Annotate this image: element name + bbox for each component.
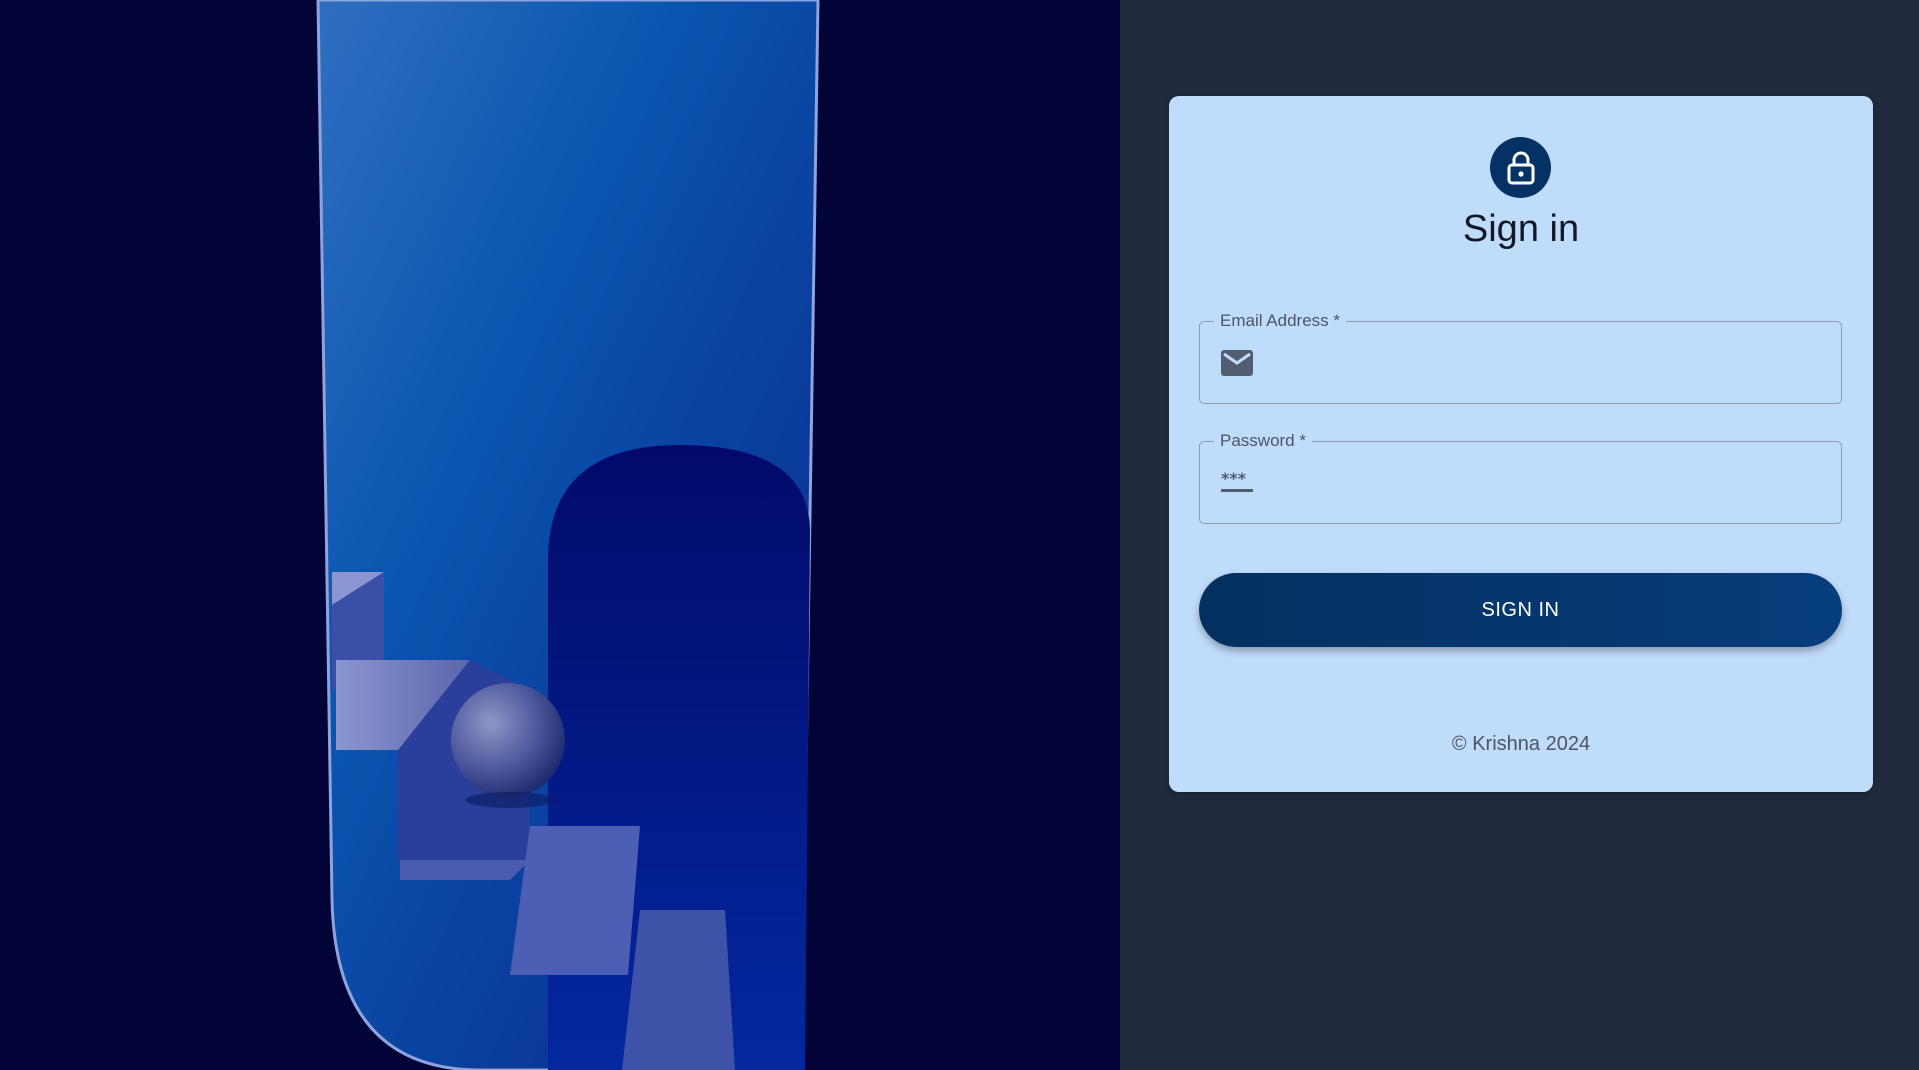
password-field[interactable]: Password * *** bbox=[1199, 430, 1842, 524]
login-page: Sign in Email Address * Password * *** S… bbox=[0, 0, 1919, 1070]
signin-button[interactable]: SIGN IN bbox=[1199, 573, 1842, 647]
lock-icon-glyph bbox=[1507, 151, 1534, 184]
svg-text:***: *** bbox=[1221, 472, 1247, 488]
page-title: Sign in bbox=[1462, 208, 1580, 250]
email-field[interactable]: Email Address * bbox=[1199, 310, 1842, 404]
email-icon bbox=[1220, 348, 1254, 378]
password-icon: *** bbox=[1220, 468, 1254, 498]
signin-card: Sign in Email Address * Password * *** S… bbox=[1169, 96, 1873, 792]
password-input[interactable] bbox=[1272, 442, 1832, 524]
copyright-footer: © Krishna 2024 bbox=[1451, 733, 1591, 755]
lock-icon bbox=[1490, 137, 1551, 198]
email-input[interactable] bbox=[1272, 322, 1832, 404]
stairs-arch-illustration bbox=[316, 0, 820, 1070]
hero-illustration bbox=[0, 0, 1120, 1070]
login-panel: Sign in Email Address * Password * *** S… bbox=[1120, 0, 1919, 1070]
